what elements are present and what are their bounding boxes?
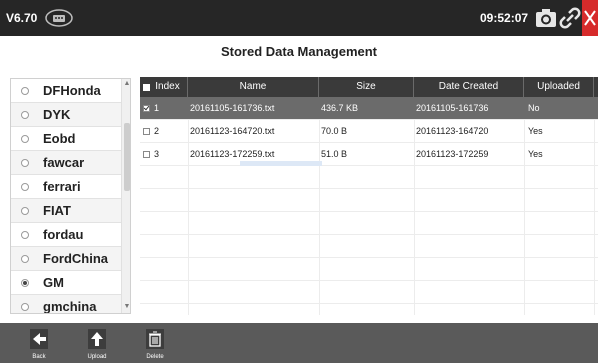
radio-button[interactable]	[21, 159, 29, 167]
cell-uploaded: No	[528, 103, 540, 113]
upload-label: Upload	[87, 354, 107, 360]
table-row-empty	[140, 212, 598, 235]
list-item-label: fordau	[43, 227, 84, 242]
radio-button[interactable]	[21, 303, 29, 311]
column-header-name[interactable]: Name	[188, 77, 319, 97]
list-item-fawcar[interactable]: fawcar	[11, 151, 121, 175]
radio-button[interactable]	[21, 255, 29, 263]
cell-index: 3	[154, 149, 160, 159]
page-title: Stored Data Management	[220, 44, 378, 59]
column-header-size[interactable]: Size	[319, 77, 414, 97]
camera-icon[interactable]	[535, 7, 557, 29]
list-item-label: gmchina	[43, 299, 97, 314]
link-icon[interactable]	[559, 6, 581, 30]
list-item-label: DYK	[43, 107, 71, 122]
radio-button-checked[interactable]	[21, 279, 29, 287]
list-item-label: ferrari	[43, 179, 81, 194]
table-row[interactable]: 3 20161123-172259.txt 51.0 B 20161123-17…	[140, 143, 598, 166]
list-item-gm[interactable]: GM	[11, 271, 121, 295]
list-item-dfhonda[interactable]: DFHonda	[11, 79, 121, 103]
close-icon[interactable]	[582, 0, 598, 36]
table-row-empty	[140, 166, 598, 189]
cell-size: 51.0 B	[321, 149, 348, 159]
cell-size: 70.0 B	[321, 126, 348, 136]
list-item-fordchina[interactable]: FordChina	[11, 247, 121, 271]
list-item-gmchina[interactable]: gmchina	[11, 295, 121, 314]
list-item-label: Eobd	[43, 131, 76, 146]
radio-button[interactable]	[21, 183, 29, 191]
cell-date-created: 20161123-172259	[416, 149, 489, 159]
scroll-thumb[interactable]	[124, 123, 130, 191]
vci-connection-icon	[45, 9, 73, 27]
radio-button[interactable]	[21, 87, 29, 95]
row-checkbox[interactable]	[143, 151, 150, 158]
row-checkbox[interactable]	[143, 128, 150, 135]
list-item-label: fawcar	[43, 155, 85, 170]
cell-name: 20161123-164720.txt	[190, 126, 275, 136]
scroll-up-arrow-icon[interactable]: ▲	[123, 80, 130, 88]
vehicle-list[interactable]: DFHonda DYK Eobd fawcar ferrari FIAT for…	[10, 78, 131, 314]
cell-date-created: 20161123-164720	[416, 126, 489, 136]
list-item-label: DFHonda	[43, 83, 101, 98]
table-row-empty	[140, 281, 598, 304]
list-scrollbar[interactable]: ▲ ▼	[121, 79, 130, 313]
upload-arrow-icon	[88, 329, 106, 349]
scroll-down-arrow-icon[interactable]: ▼	[123, 303, 130, 311]
clock: 09:52:07	[480, 11, 529, 25]
stored-data-table: Index Name Size Date Created Uploaded 1 …	[140, 77, 598, 315]
version-label: V6.70	[6, 11, 38, 25]
delete-label: Delete	[146, 354, 164, 360]
table-header: Index Name Size Date Created Uploaded	[140, 77, 598, 97]
top-bar: V6.70 09:52:07	[0, 0, 598, 36]
table-row[interactable]: 1 20161105-161736.txt 436.7 KB 20161105-…	[140, 97, 598, 120]
table-row-empty	[140, 189, 598, 212]
cell-index: 1	[154, 103, 160, 113]
delete-button[interactable]: Delete	[136, 327, 174, 361]
radio-button[interactable]	[21, 231, 29, 239]
upload-button[interactable]: Upload	[78, 327, 116, 361]
cell-uploaded: Yes	[528, 126, 543, 136]
radio-button[interactable]	[21, 207, 29, 215]
column-header-uploaded[interactable]: Uploaded	[524, 77, 594, 97]
cell-uploaded: Yes	[528, 149, 543, 159]
bottom-toolbar: Back Upload Delete	[0, 323, 598, 363]
back-label: Back	[32, 354, 46, 360]
list-item-label: GM	[43, 275, 64, 290]
back-button[interactable]: Back	[20, 327, 58, 361]
radio-button[interactable]	[21, 111, 29, 119]
list-item-fiat[interactable]: FIAT	[11, 199, 121, 223]
back-arrow-icon	[30, 329, 48, 349]
column-header-date-created[interactable]: Date Created	[414, 77, 524, 97]
list-item-fordau[interactable]: fordau	[11, 223, 121, 247]
list-item-dyk[interactable]: DYK	[11, 103, 121, 127]
cell-name: 20161105-161736.txt	[190, 103, 275, 113]
radio-button[interactable]	[21, 135, 29, 143]
row-checkbox[interactable]	[143, 105, 150, 112]
table-row-empty	[140, 235, 598, 258]
cell-date-created: 20161105-161736	[416, 103, 489, 113]
column-header-index[interactable]: Index	[140, 77, 188, 97]
list-item-label: FIAT	[43, 203, 71, 218]
list-item-ferrari[interactable]: ferrari	[11, 175, 121, 199]
cell-size: 436.7 KB	[321, 103, 359, 113]
list-item-label: FordChina	[43, 251, 108, 266]
table-row-empty	[140, 258, 598, 281]
table-row[interactable]: 2 20161123-164720.txt 70.0 B 20161123-16…	[140, 120, 598, 143]
cell-index: 2	[154, 126, 160, 136]
list-item-eobd[interactable]: Eobd	[11, 127, 121, 151]
trash-icon	[146, 329, 164, 349]
